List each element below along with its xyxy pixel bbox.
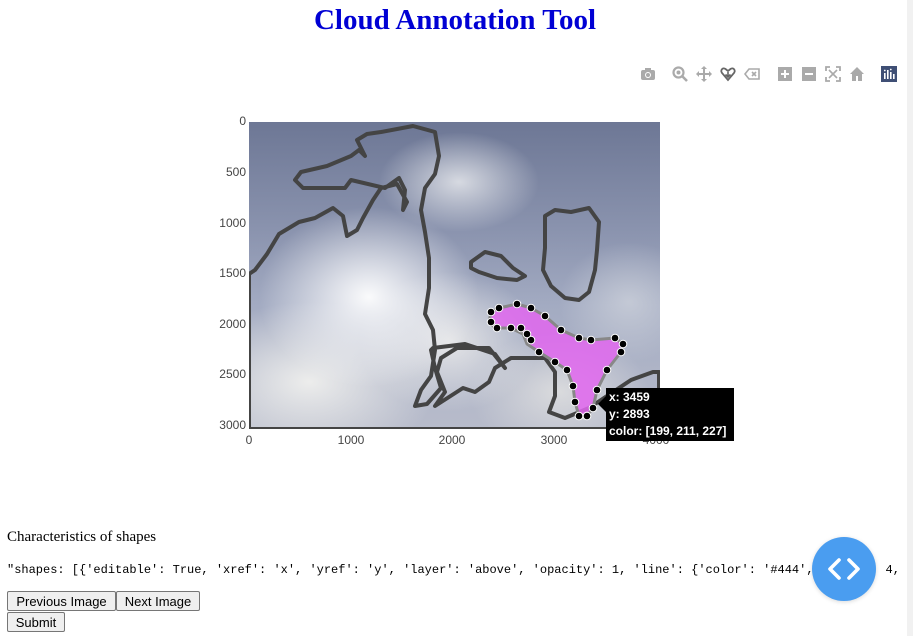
zoom-icon[interactable]	[670, 64, 690, 84]
vertex-handle	[522, 329, 532, 339]
vertex-handle	[574, 333, 584, 343]
y-tick-label: 1500	[219, 266, 246, 280]
code-icon	[828, 558, 860, 580]
vertex-handle	[540, 311, 550, 321]
vertex-handle	[506, 323, 516, 333]
hover-label-pointer	[598, 396, 606, 412]
annotation-layer[interactable]	[249, 122, 660, 429]
vertex-handle	[586, 335, 596, 345]
vertex-handle	[610, 333, 620, 343]
y-tick-label: 1000	[219, 216, 246, 230]
zoom-in-icon[interactable]	[775, 64, 795, 84]
page-title: Cloud Annotation Tool	[313, 4, 597, 36]
y-tick-label: 0	[239, 114, 246, 128]
vertex-handle	[492, 323, 502, 333]
cloud-outline-shape[interactable]	[541, 206, 601, 302]
vertex-handle	[592, 385, 602, 395]
vertex-handle	[570, 397, 580, 407]
x-tick-label: 0	[245, 433, 253, 447]
vertex-handle	[556, 325, 566, 335]
vertex-handle	[618, 339, 628, 349]
vertex-handle	[562, 365, 572, 375]
y-tick-label: 2000	[219, 317, 246, 331]
autoscale-icon[interactable]	[823, 64, 843, 84]
hover-label: x: 3459 y: 2893 color: [199, 211, 227]	[606, 388, 734, 441]
lasso-icon[interactable]	[718, 64, 738, 84]
scrollbar[interactable]	[907, 0, 913, 636]
code-toggle-button[interactable]	[812, 537, 876, 601]
x-tick-label: 3000	[540, 433, 568, 447]
vertex-handle	[616, 347, 626, 357]
shapes-output: "shapes: [{'editable': True, 'xref': 'x'…	[7, 563, 910, 577]
x-tick-label: 1000	[337, 433, 365, 447]
vertex-handle	[516, 323, 526, 333]
shapes-heading: Characteristics of shapes	[7, 529, 157, 545]
vertex-handle	[486, 307, 496, 317]
vertex-handle	[512, 299, 522, 309]
camera-icon[interactable]	[638, 64, 658, 84]
y-tick-label: 500	[225, 165, 246, 179]
vertex-handle	[486, 317, 496, 327]
vertex-handle	[534, 347, 544, 357]
vertex-handle	[588, 403, 598, 413]
next-image-button[interactable]: Next Image	[116, 591, 200, 611]
y-tick-label: 3000	[219, 418, 246, 432]
x-tick-label: 2000	[438, 433, 466, 447]
y-tick-label: 2500	[219, 367, 246, 381]
submit-button[interactable]: Submit	[7, 612, 65, 632]
pan-icon[interactable]	[694, 64, 714, 84]
cloud-outline-shape[interactable]	[469, 250, 527, 282]
vertex-handle	[574, 411, 584, 421]
previous-image-button[interactable]: Previous Image	[7, 591, 116, 611]
hover-y: y: 2893	[609, 407, 650, 421]
hover-x: x: 3459	[609, 390, 650, 404]
vertex-handle	[602, 365, 612, 375]
erase-icon[interactable]	[742, 64, 762, 84]
plotly-logo-icon[interactable]	[879, 64, 899, 84]
hover-color: color: [199, 211, 227]	[609, 424, 727, 438]
vertex-handle	[568, 381, 578, 391]
zoom-out-icon[interactable]	[799, 64, 819, 84]
vertex-handle	[526, 303, 536, 313]
vertex-handle	[582, 411, 592, 421]
vertex-handle	[494, 303, 504, 313]
vertex-handle	[550, 357, 560, 367]
home-icon[interactable]	[847, 64, 867, 84]
